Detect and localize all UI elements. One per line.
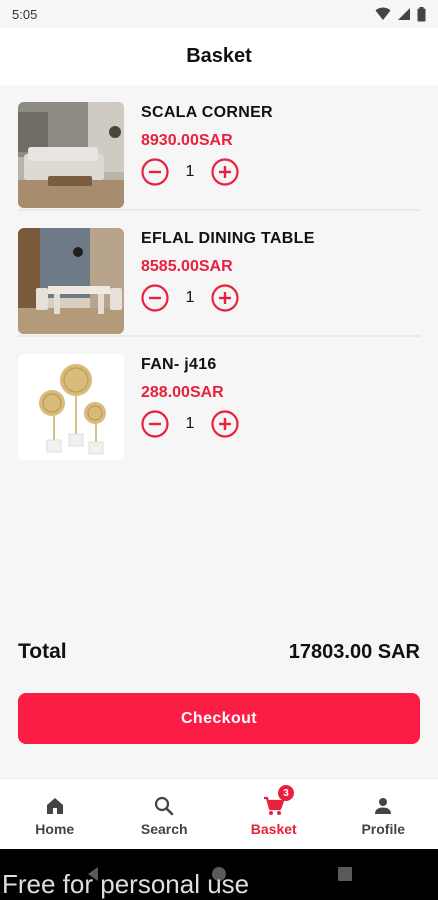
product-image-sofa[interactable]: [18, 102, 124, 208]
nav-item-basket[interactable]: 3 Basket: [219, 779, 329, 850]
basket-item: FAN- j416 288.00SAR 1: [0, 337, 438, 463]
person-icon: [375, 798, 392, 814]
decrease-quantity-button[interactable]: [141, 158, 169, 186]
nav-label: Profile: [361, 821, 406, 837]
app-header: Basket: [0, 28, 438, 85]
basket-item: EFLAL DINING TABLE 8585.00SAR 1: [0, 211, 438, 337]
nav-label: Home: [35, 821, 75, 837]
status-icons: [375, 6, 426, 22]
increase-quantity-button[interactable]: [211, 410, 239, 438]
nav-item-profile[interactable]: Profile: [329, 779, 438, 850]
watermark-text: Free for personal use: [2, 869, 250, 899]
quantity-stepper: 1: [141, 158, 239, 186]
quantity-value: 1: [185, 415, 195, 432]
total-row: Total 17803.00 SAR: [18, 640, 420, 664]
nav-label: Basket: [250, 821, 297, 837]
system-nav-bar: Free for personal use: [0, 849, 438, 900]
status-time: 5:05: [12, 6, 38, 22]
nav-label: Search: [140, 821, 188, 837]
item-price: 288.00SAR: [141, 384, 224, 401]
recent-apps-icon[interactable]: [336, 865, 354, 883]
product-image-dining-table[interactable]: [18, 228, 124, 334]
decrease-quantity-button[interactable]: [141, 284, 169, 312]
home-icon: [46, 798, 63, 814]
checkout-button[interactable]: Checkout: [18, 693, 420, 744]
increase-quantity-button[interactable]: [211, 158, 239, 186]
item-price: 8930.00SAR: [141, 132, 233, 149]
bottom-nav: Home Search 3 Basket Profile: [0, 778, 438, 849]
wifi-icon: [375, 7, 391, 20]
battery-icon: [417, 6, 426, 21]
increase-quantity-button[interactable]: [211, 284, 239, 312]
item-price: 8585.00SAR: [141, 258, 233, 275]
quantity-stepper: 1: [141, 410, 239, 438]
item-name[interactable]: FAN- j416: [141, 356, 217, 374]
item-name[interactable]: EFLAL DINING TABLE: [141, 230, 315, 248]
quantity-value: 1: [185, 289, 195, 306]
cart-count-badge: 3: [278, 785, 294, 801]
search-icon: [155, 796, 174, 816]
product-image-decor[interactable]: [18, 354, 124, 460]
signal-icon: [398, 8, 410, 20]
decrease-quantity-button[interactable]: [141, 410, 169, 438]
basket-item: SCALA CORNER 8930.00SAR 1: [0, 85, 438, 211]
item-name[interactable]: SCALA CORNER: [141, 104, 273, 122]
quantity-value: 1: [185, 163, 195, 180]
status-bar: 5:05: [0, 0, 438, 28]
nav-item-home[interactable]: Home: [0, 779, 110, 850]
nav-item-search[interactable]: Search: [110, 779, 220, 850]
page-title: Basket: [186, 45, 252, 67]
quantity-stepper: 1: [141, 284, 239, 312]
total-value: 17803.00 SAR: [288, 640, 420, 663]
total-label: Total: [18, 640, 67, 663]
